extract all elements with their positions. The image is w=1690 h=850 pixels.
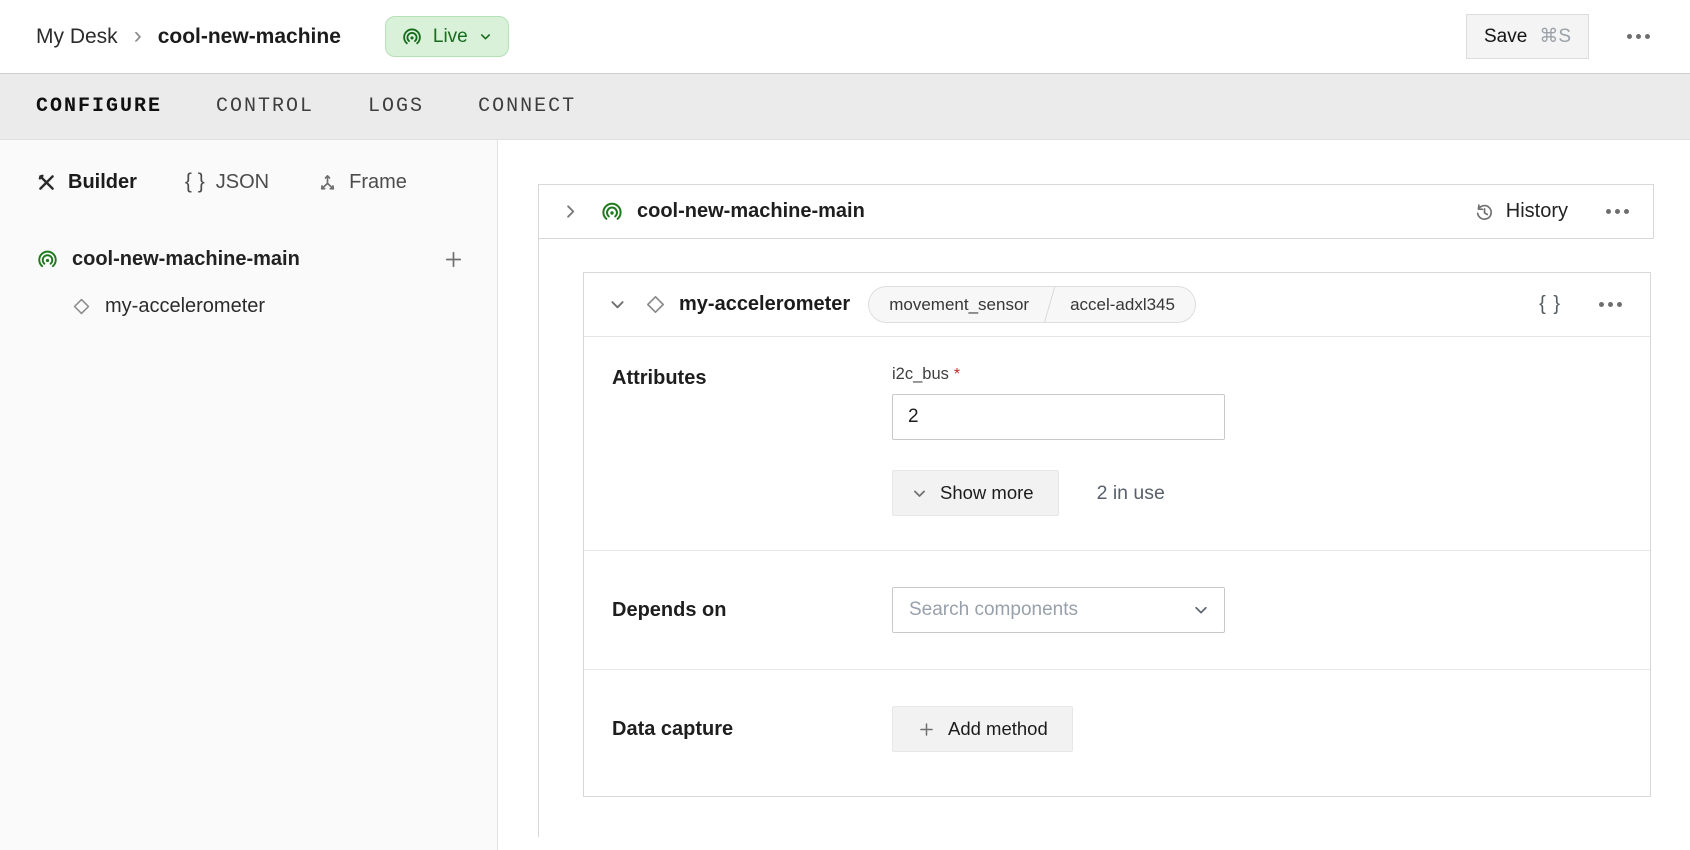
depends-on-select[interactable]: Search components [892,587,1225,633]
component-name: my-accelerometer [679,293,850,316]
component-json-toggle[interactable]: { } [1539,293,1561,316]
history-icon [1473,201,1495,223]
breadcrumb-separator-icon: › [134,22,142,50]
sidebar-mode-tabs: Builder { } JSON Frame [36,170,467,194]
machine-menu-button[interactable] [1617,24,1660,49]
depends-on-label: Depends on [612,599,892,622]
chevron-down-icon [478,29,493,44]
live-broadcast-icon [401,26,423,48]
save-button[interactable]: Save ⌘S [1466,14,1589,59]
add-component-button[interactable] [440,246,467,273]
history-button[interactable]: History [1473,200,1568,223]
configure-sidebar: Builder { } JSON Frame [0,140,498,850]
machine-tab-bar: CONFIGURE CONTROL LOGS CONNECT [0,73,1690,140]
tools-icon [36,172,57,193]
component-diamond-icon [645,294,666,315]
data-capture-label: Data capture [612,718,892,741]
tree-machine-part-name: cool-new-machine-main [72,248,300,271]
configure-main: cool-new-machine-main History [498,140,1690,850]
machine-part-tree: cool-new-machine-main my-accelerometer [36,246,467,318]
history-button-label: History [1506,200,1568,223]
component-card-header: my-accelerometer movement_sensor accel-a… [584,273,1650,337]
attributes-label: Attributes [612,365,892,390]
machine-part-card: cool-new-machine-main History [538,184,1654,239]
live-broadcast-icon [600,200,624,224]
tab-configure[interactable]: CONFIGURE [36,89,162,124]
braces-icon: { } [185,170,205,194]
machine-status-badge[interactable]: Live [385,16,509,57]
tree-item-component[interactable]: my-accelerometer [36,295,467,318]
tab-control[interactable]: CONTROL [216,89,314,124]
attributes-row: Attributes i2c_bus * Show more 2 in use [584,337,1650,550]
depends-on-row: Depends on Search components [584,550,1650,669]
frame-axes-icon [317,172,338,193]
component-model-chip[interactable]: accel-adxl345 [1050,287,1195,322]
required-marker: * [954,366,960,383]
part-card-menu-button[interactable] [1596,199,1639,224]
breadcrumb-current: cool-new-machine [158,25,341,49]
chevron-down-icon[interactable] [604,291,631,318]
attributes-in-use-count: 2 in use [1097,482,1165,505]
component-card: my-accelerometer movement_sensor accel-a… [583,272,1651,797]
save-shortcut-hint: ⌘S [1539,25,1571,48]
i2c-bus-input[interactable] [892,394,1225,440]
component-menu-button[interactable] [1589,292,1632,317]
tree-item-machine-part[interactable]: cool-new-machine-main [36,246,467,273]
chevron-down-icon [1192,601,1210,619]
mode-json-label: JSON [216,171,269,194]
tab-connect[interactable]: CONNECT [478,89,576,124]
tab-logs[interactable]: LOGS [368,89,424,124]
chevron-down-icon [911,485,928,502]
top-bar: My Desk › cool-new-machine Live Save ⌘S [0,0,1690,73]
mode-frame-label: Frame [349,171,407,194]
save-button-label: Save [1484,26,1527,48]
add-method-button[interactable]: Add method [892,706,1073,752]
data-capture-row: Data capture Add method [584,669,1650,796]
add-method-label: Add method [948,718,1048,740]
depends-on-placeholder: Search components [909,599,1078,621]
show-more-button[interactable]: Show more [892,470,1059,516]
mode-builder-label: Builder [68,171,137,194]
breadcrumb: My Desk › cool-new-machine [36,23,341,51]
i2c-bus-field-label: i2c_bus [892,365,949,383]
component-type-chips: movement_sensor accel-adxl345 [868,286,1196,323]
part-card-title: cool-new-machine-main [637,200,865,223]
plus-icon [917,720,936,739]
tree-component-name: my-accelerometer [105,295,265,318]
breadcrumb-parent[interactable]: My Desk [36,25,118,49]
component-type-chip[interactable]: movement_sensor [869,287,1049,322]
show-more-label: Show more [940,482,1034,504]
attributes-fields: i2c_bus * Show more 2 in use [892,365,1225,516]
live-broadcast-icon [36,248,59,271]
status-badge-label: Live [433,26,468,48]
mode-json[interactable]: { } JSON [185,170,269,194]
mode-frame[interactable]: Frame [317,171,407,194]
chevron-right-icon[interactable] [557,198,584,225]
part-children-connector: my-accelerometer movement_sensor accel-a… [538,239,1654,837]
mode-builder[interactable]: Builder [36,171,137,194]
component-diamond-icon [72,297,91,316]
